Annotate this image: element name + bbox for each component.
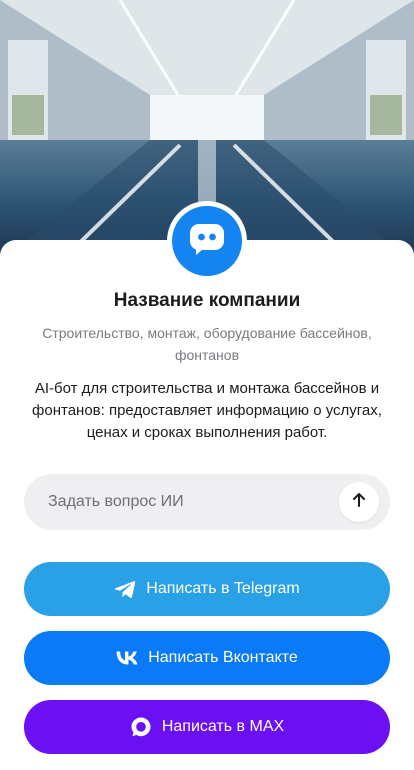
- max-button[interactable]: Написать в MAX: [24, 700, 390, 754]
- company-avatar: [167, 201, 247, 281]
- ask-ai-field[interactable]: [24, 474, 390, 530]
- telegram-icon: [114, 580, 136, 599]
- telegram-button-label: Написать в Telegram: [146, 580, 300, 597]
- avatar-circle: [172, 206, 242, 276]
- send-button[interactable]: [339, 482, 379, 522]
- arrow-up-icon: [351, 492, 367, 513]
- company-name: Название компании: [113, 290, 301, 311]
- vk-icon: [116, 651, 138, 665]
- max-icon: [130, 716, 152, 738]
- company-description: AI-бот для строительства и монтажа бассе…: [32, 380, 382, 441]
- chat-bot-icon: [188, 222, 226, 261]
- telegram-button[interactable]: Написать в Telegram: [24, 562, 390, 616]
- max-button-label: Написать в MAX: [161, 718, 285, 735]
- company-subtitle: Строительство, монтаж, оборудование басс…: [42, 325, 372, 363]
- vk-button-label: Написать Вконтакте: [148, 649, 298, 666]
- vk-button[interactable]: Написать Вконтакте: [24, 631, 390, 685]
